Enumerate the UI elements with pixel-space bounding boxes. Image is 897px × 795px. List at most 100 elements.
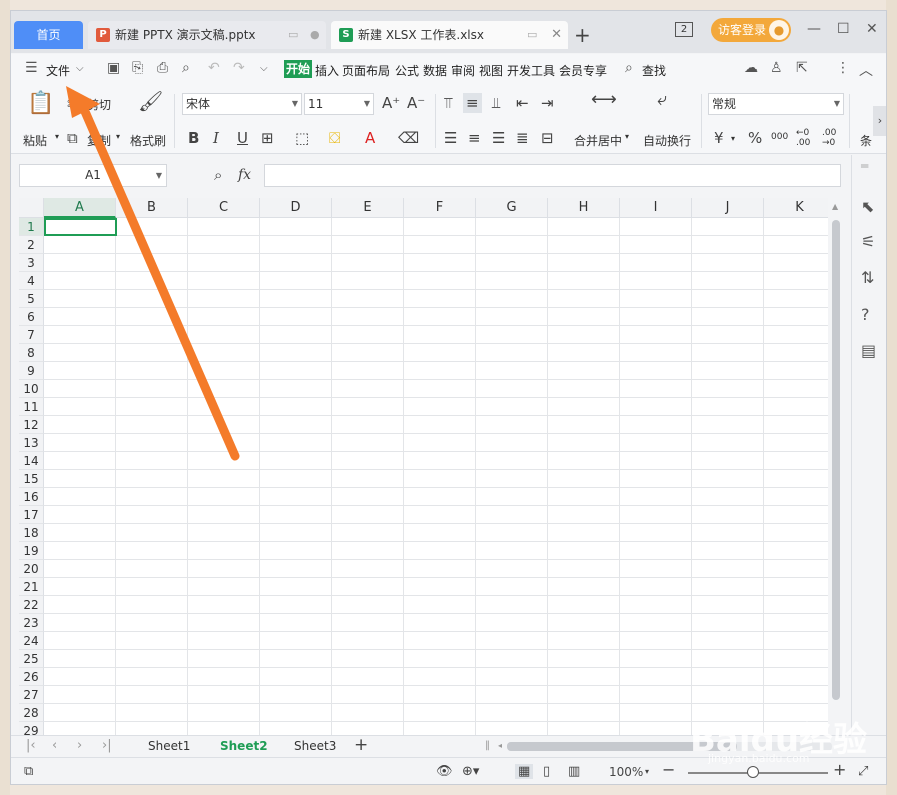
number-format-select[interactable]: 常规 ▼: [708, 93, 844, 115]
menu-view[interactable]: 视图: [479, 62, 503, 79]
row-header-25[interactable]: 25: [19, 650, 44, 668]
help-icon[interactable]: ?: [861, 305, 870, 324]
row-header-18[interactable]: 18: [19, 524, 44, 542]
print-icon[interactable]: ⎙: [157, 60, 168, 76]
row-header-19[interactable]: 19: [19, 542, 44, 560]
new-tab-button[interactable]: +: [574, 25, 591, 45]
copy-icon[interactable]: ⧉: [67, 130, 78, 146]
decrease-font-icon[interactable]: A⁻: [407, 95, 425, 111]
row-header-15[interactable]: 15: [19, 470, 44, 488]
increase-decimal-icon[interactable]: ←0 .00: [796, 128, 820, 148]
select-cursor-icon[interactable]: ⬉: [861, 197, 874, 216]
column-header-a[interactable]: A: [44, 198, 116, 218]
italic-icon[interactable]: I: [213, 130, 219, 146]
row-header-20[interactable]: 20: [19, 560, 44, 578]
share-user-icon[interactable]: ♙: [770, 60, 783, 76]
row-header-11[interactable]: 11: [19, 398, 44, 416]
decrease-decimal-icon[interactable]: .00 →0: [822, 128, 846, 148]
scroll-left-icon[interactable]: ◂: [498, 741, 502, 750]
menu-file[interactable]: 文件: [46, 62, 70, 79]
paste-icon[interactable]: 📋: [27, 92, 54, 116]
prev-sheet-icon[interactable]: ‹: [52, 738, 57, 753]
hamburger-icon[interactable]: ☰: [25, 60, 38, 76]
minimize-button[interactable]: —: [807, 21, 821, 37]
row-header-14[interactable]: 14: [19, 452, 44, 470]
selected-cell[interactable]: [44, 218, 117, 236]
menu-start[interactable]: 开始: [284, 60, 313, 78]
spreadsheet-grid[interactable]: ABCDEFGHIJK 1 2 3 4 5 6 7 8 9 10 11 12 13 14 15 16 17 18 1…: [19, 198, 828, 735]
column-header-e[interactable]: E: [332, 198, 404, 218]
close-tab-icon[interactable]: ✕: [551, 21, 562, 49]
tab-xlsx[interactable]: S 新建 XLSX 工作表.xlsx ▭ ✕: [331, 21, 568, 49]
redo-icon[interactable]: ↷: [233, 60, 245, 76]
format-painter-icon[interactable]: 🖌: [138, 90, 163, 112]
zoom-dropdown-icon[interactable]: ▾: [645, 767, 649, 776]
zoom-in-button[interactable]: +: [833, 760, 846, 779]
bold-icon[interactable]: B: [188, 130, 199, 146]
paste-button[interactable]: 粘贴: [23, 132, 47, 149]
underline-icon[interactable]: U: [237, 130, 248, 146]
page-break-view-icon[interactable]: ▥: [568, 764, 580, 779]
row-header-22[interactable]: 22: [19, 596, 44, 614]
properties-icon[interactable]: ⚟: [861, 232, 875, 251]
row-header-10[interactable]: 10: [19, 380, 44, 398]
zoom-slider-knob[interactable]: [747, 766, 759, 778]
copy-dropdown-icon[interactable]: ▾: [116, 132, 120, 141]
transform-icon[interactable]: ⇅: [861, 268, 874, 287]
layout-icon[interactable]: ⊕▾: [462, 764, 479, 779]
wrap-text-icon[interactable]: ⤶: [657, 91, 667, 109]
cut-icon[interactable]: ✂: [67, 96, 80, 112]
currency-icon[interactable]: ¥: [714, 130, 724, 146]
indent-decrease-icon[interactable]: ⇤: [516, 95, 529, 111]
backup-icon[interactable]: ▤: [861, 341, 876, 360]
first-sheet-icon[interactable]: |‹: [26, 738, 36, 753]
column-header-k[interactable]: K: [764, 198, 828, 218]
row-header-26[interactable]: 26: [19, 668, 44, 686]
fill-color-icon[interactable]: ⛋: [329, 130, 340, 146]
row-header-27[interactable]: 27: [19, 686, 44, 704]
row-header-4[interactable]: 4: [19, 272, 44, 290]
column-header-j[interactable]: J: [692, 198, 764, 218]
align-left-icon[interactable]: ☰: [444, 130, 457, 146]
menu-developer[interactable]: 开发工具: [507, 62, 555, 79]
add-sheet-button[interactable]: +: [354, 735, 368, 755]
column-header-d[interactable]: D: [260, 198, 332, 218]
horizontal-scroll-thumb[interactable]: [507, 742, 737, 751]
row-header-8[interactable]: 8: [19, 344, 44, 362]
row-header-16[interactable]: 16: [19, 488, 44, 506]
row-header-28[interactable]: 28: [19, 704, 44, 722]
row-header-21[interactable]: 21: [19, 578, 44, 596]
search-icon[interactable]: ⌕: [625, 60, 633, 76]
indent-increase-icon[interactable]: ⇥: [541, 95, 554, 111]
export-icon[interactable]: ⎘: [132, 60, 143, 76]
status-mode-icon[interactable]: ⧉: [24, 764, 33, 779]
row-header-17[interactable]: 17: [19, 506, 44, 524]
menu-page-layout[interactable]: 页面布局: [342, 62, 390, 79]
menu-data[interactable]: 数据: [423, 62, 447, 79]
normal-view-icon[interactable]: ▦: [515, 764, 534, 779]
column-header-f[interactable]: F: [404, 198, 476, 218]
border-icon[interactable]: ⊞: [261, 130, 274, 146]
column-header-i[interactable]: I: [620, 198, 692, 218]
horizontal-scrollbar[interactable]: [507, 742, 832, 751]
copy-button[interactable]: 复制: [87, 132, 111, 149]
column-header-b[interactable]: B: [116, 198, 188, 218]
clear-format-icon[interactable]: ⌫: [398, 130, 419, 146]
conditional-format-button[interactable]: 条: [860, 132, 872, 149]
zoom-out-button[interactable]: −: [662, 760, 675, 779]
row-header-1[interactable]: 1: [19, 218, 44, 236]
column-header-c[interactable]: C: [188, 198, 260, 218]
window-count-badge[interactable]: 2: [675, 22, 693, 37]
row-header-7[interactable]: 7: [19, 326, 44, 344]
menu-formula[interactable]: 公式: [395, 62, 419, 79]
row-header-12[interactable]: 12: [19, 416, 44, 434]
maximize-button[interactable]: ☐: [837, 21, 850, 37]
login-button[interactable]: 访客登录 ●: [711, 18, 791, 42]
distribute-icon[interactable]: ⊟: [541, 130, 554, 146]
merge-dropdown-icon[interactable]: ▾: [625, 132, 629, 141]
fullscreen-icon[interactable]: ⤢: [858, 764, 868, 779]
tab-pptx[interactable]: P 新建 PPTX 演示文稿.pptx ▭ ●: [88, 21, 326, 49]
vertical-scroll-thumb[interactable]: [832, 220, 840, 700]
merge-center-button[interactable]: 合并居中: [574, 132, 622, 149]
share-icon[interactable]: ⇱: [796, 60, 808, 76]
